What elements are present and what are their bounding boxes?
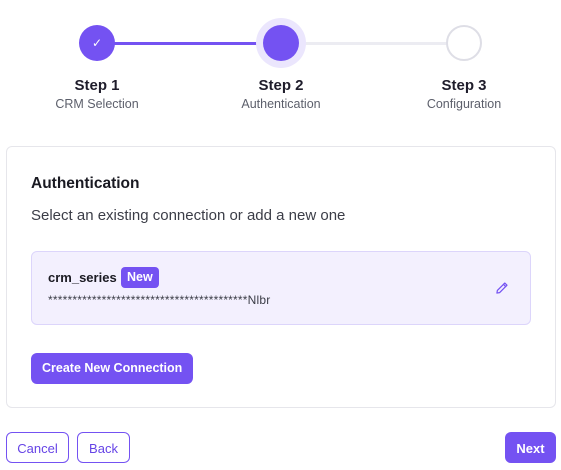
stepper: ✓ Step 1 CRM Selection Step 2 Authentica… (0, 0, 561, 130)
cancel-button[interactable]: Cancel (6, 432, 69, 463)
step-2-active-indicator (263, 25, 299, 61)
step-authentication[interactable]: Step 2 Authentication (211, 0, 351, 111)
new-badge: New (121, 267, 159, 288)
check-icon: ✓ (91, 36, 103, 50)
create-new-connection-button[interactable]: Create New Connection (31, 353, 194, 384)
pencil-icon[interactable] (492, 278, 512, 298)
step-2-title: Step 2 (258, 77, 304, 94)
connection-wizard: ✓ Step 1 CRM Selection Step 2 Authentica… (0, 0, 561, 470)
step-3-pending-indicator (446, 25, 482, 61)
step-1-completed-indicator: ✓ (79, 25, 115, 61)
step-crm-selection[interactable]: ✓ Step 1 CRM Selection (27, 0, 167, 111)
step-2-subtitle: Authentication (241, 97, 321, 111)
step-3-title: Step 3 (441, 77, 487, 94)
step-1-subtitle: CRM Selection (55, 97, 139, 111)
next-button[interactable]: Next (505, 432, 556, 463)
card-subtitle: Select an existing connection or add a n… (31, 207, 346, 224)
connection-masked-key: ****************************************… (48, 293, 271, 307)
connection-name: crm_series (48, 270, 117, 285)
back-button[interactable]: Back (77, 432, 130, 463)
step-1-title: Step 1 (74, 77, 120, 94)
connection-option-crm-series[interactable]: crm_series New *************************… (31, 251, 531, 325)
step-configuration[interactable]: Step 3 Configuration (394, 0, 534, 111)
step-3-subtitle: Configuration (426, 97, 502, 111)
card-title: Authentication (31, 175, 140, 192)
authentication-card: Authentication Select an existing connec… (6, 146, 556, 408)
